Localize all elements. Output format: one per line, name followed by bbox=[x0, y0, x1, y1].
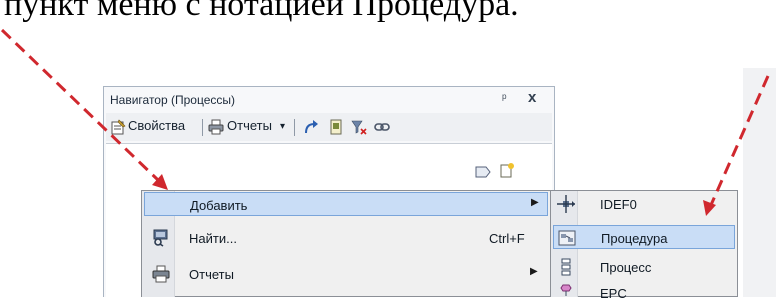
find-icon bbox=[153, 229, 168, 247]
menu-item-reports[interactable]: Отчеты ▶ bbox=[144, 262, 548, 286]
epc-icon bbox=[560, 284, 572, 296]
link-icon[interactable] bbox=[374, 119, 390, 135]
procedure-icon bbox=[558, 230, 576, 246]
new-document-icon[interactable] bbox=[499, 162, 515, 178]
submenu-item-label: IDEF0 bbox=[600, 197, 637, 212]
chevron-down-icon[interactable]: ▾ bbox=[280, 121, 285, 132]
toolbar-separator bbox=[294, 119, 295, 136]
submenu-arrow-icon: ▶ bbox=[530, 266, 538, 277]
menu-item-shortcut: Ctrl+F bbox=[489, 231, 525, 246]
redo-icon[interactable] bbox=[303, 119, 319, 135]
close-icon[interactable]: x bbox=[528, 89, 536, 106]
menu-item-label: Добавить bbox=[190, 198, 248, 213]
submenu-item-label: Процесс bbox=[600, 260, 652, 275]
pin-icon[interactable]: ᵖ bbox=[502, 91, 507, 105]
menu-item-label: Отчеты bbox=[189, 267, 234, 282]
menu-item-label: Найти... bbox=[189, 231, 237, 246]
idef0-icon bbox=[557, 195, 575, 213]
submenu-item-label: EPC bbox=[600, 286, 627, 301]
document-caption: пункт меню с нотацией Процедура. bbox=[4, 0, 519, 23]
tag-icon[interactable] bbox=[474, 164, 492, 180]
background-panel bbox=[743, 68, 776, 297]
navigator-toolbar: Свойства Отчеты ▾ bbox=[106, 113, 552, 141]
context-menu: Добавить ▶ Найти... Ctrl+F Отчеты ▶ bbox=[141, 190, 551, 297]
document-icon[interactable] bbox=[328, 119, 344, 135]
printer-icon bbox=[208, 119, 224, 135]
process-icon bbox=[561, 258, 571, 276]
navigator-title: Навигатор (Процессы) bbox=[110, 93, 235, 107]
menu-item-find[interactable]: Найти... Ctrl+F bbox=[144, 226, 548, 250]
printer-icon bbox=[152, 265, 170, 283]
toolbar-separator bbox=[202, 119, 203, 136]
properties-button[interactable]: Свойства bbox=[128, 118, 185, 133]
submenu-item-epc[interactable]: EPC bbox=[553, 281, 735, 305]
submenu-arrow-icon: ▶ bbox=[531, 197, 539, 208]
clear-filter-icon[interactable] bbox=[351, 119, 367, 135]
properties-icon bbox=[111, 119, 126, 135]
submenu-item-procedure[interactable]: Процедура bbox=[553, 225, 735, 249]
add-submenu: IDEF0 Процедура Процесс EPC bbox=[550, 190, 738, 301]
submenu-item-label: Процедура bbox=[601, 231, 668, 246]
menu-item-add[interactable]: Добавить ▶ bbox=[144, 192, 548, 216]
submenu-item-idef0[interactable]: IDEF0 bbox=[553, 192, 735, 216]
reports-button[interactable]: Отчеты bbox=[227, 118, 272, 133]
submenu-item-process[interactable]: Процесс bbox=[553, 255, 735, 279]
